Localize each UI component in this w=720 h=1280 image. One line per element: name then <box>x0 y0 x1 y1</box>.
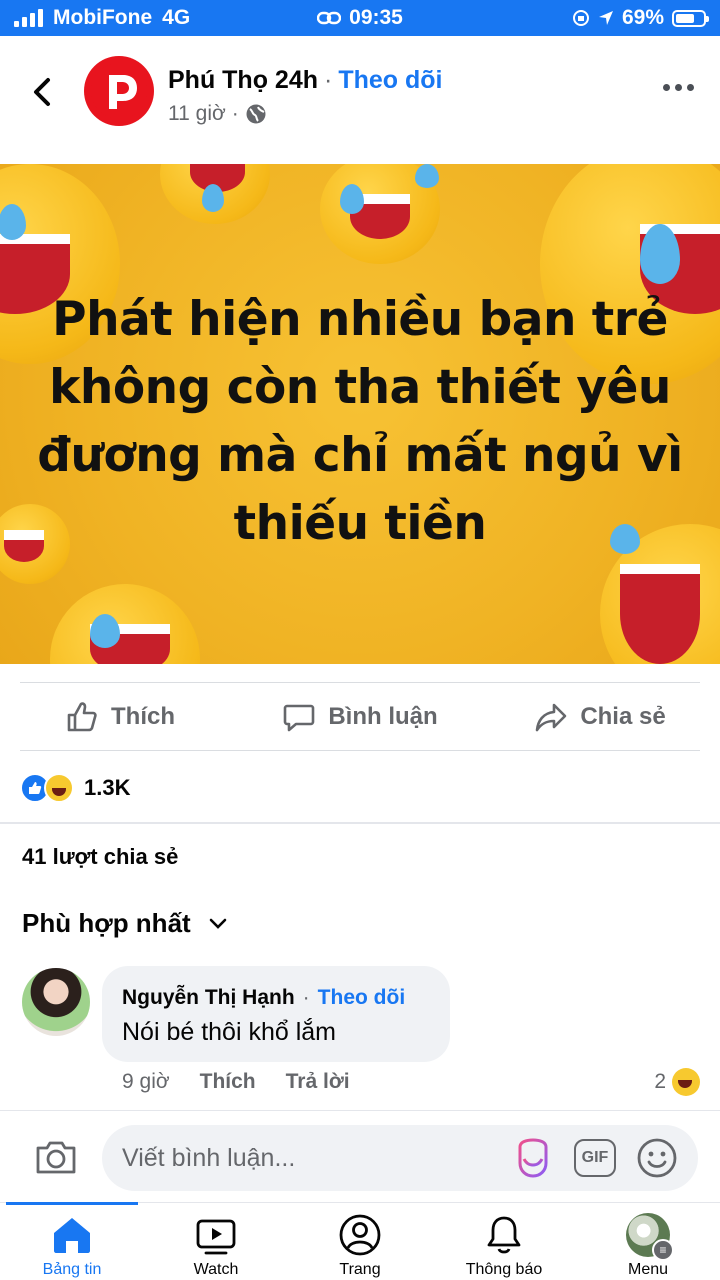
reactions-summary[interactable]: 1.3K <box>20 770 130 806</box>
battery-percent: 69% <box>621 6 664 29</box>
page-name[interactable]: Phú Thọ 24h <box>168 66 318 95</box>
nav-pages[interactable]: Trang <box>288 1203 432 1280</box>
back-arrow-icon[interactable] <box>26 74 58 110</box>
status-bar: MobiFone 4G 09:35 69% <box>0 0 720 36</box>
nav-label: Watch <box>193 1261 239 1278</box>
profile-icon <box>339 1214 381 1256</box>
comment-reactions[interactable]: 2 <box>654 1068 700 1096</box>
page-logo-icon <box>91 63 147 119</box>
post-meta: 11 giờ · <box>168 102 267 126</box>
comment-bubble-icon <box>284 704 315 732</box>
follow-commenter-button[interactable]: Theo dõi <box>318 986 406 1010</box>
battery-icon <box>672 9 709 27</box>
menu-avatar-icon <box>626 1213 674 1261</box>
location-icon <box>598 11 613 25</box>
comment-sort-dropdown[interactable]: Phù hợp nhất <box>22 908 227 939</box>
status-right: 69% <box>572 0 709 36</box>
composer-icons: GIF <box>512 1137 678 1179</box>
camera-icon[interactable] <box>34 1139 78 1175</box>
commenter-avatar[interactable] <box>22 968 90 1036</box>
page-avatar[interactable] <box>84 56 154 126</box>
like-button[interactable]: Thích <box>0 684 240 750</box>
home-icon <box>54 1218 90 1253</box>
comment-author[interactable]: Nguyễn Thị Hạnh <box>122 986 295 1010</box>
watch-icon <box>196 1219 236 1255</box>
laughing-emoji-decoration <box>50 584 200 664</box>
haha-reaction-icon <box>672 1068 700 1096</box>
bell-icon <box>487 1216 521 1254</box>
nav-label: Trang <box>339 1261 381 1278</box>
clock: 09:35 <box>349 6 403 29</box>
share-label: Chia sẻ <box>580 703 666 730</box>
divider <box>20 682 700 683</box>
comment-meta: 9 giờ Thích Trả lời <box>122 1070 350 1094</box>
meta-separator: · <box>231 102 239 125</box>
section-separator <box>0 822 720 824</box>
nav-label: Menu <box>627 1261 669 1278</box>
page-name-row: Phú Thọ 24h · Theo dõi <box>168 66 442 95</box>
reaction-icons <box>20 773 74 803</box>
chevron-down-icon <box>209 918 226 929</box>
bottom-nav: Bảng tin Watch Trang Thông báo Menu <box>0 1202 720 1280</box>
post-header: Phú Thọ 24h · Theo dõi 11 giờ · <box>0 36 720 164</box>
more-options-button[interactable] <box>663 84 694 91</box>
post-time[interactable]: 11 giờ <box>168 102 226 126</box>
comment-reaction-count: 2 <box>654 1070 666 1093</box>
follow-page-button[interactable]: Theo dõi <box>338 66 442 95</box>
nav-label: Thông báo <box>465 1261 543 1278</box>
link-icon <box>317 11 342 25</box>
comment-author-row: Nguyễn Thị Hạnh · Theo dõi <box>122 986 430 1010</box>
image-headline: Phát hiện nhiều bạn trẻ không còn tha th… <box>37 292 683 551</box>
nav-menu[interactable]: Menu <box>576 1203 720 1280</box>
comment-reply-button[interactable]: Trả lời <box>286 1070 350 1094</box>
emoji-icon[interactable] <box>636 1137 678 1179</box>
thumbs-up-icon <box>67 702 97 732</box>
avatar-sticker-icon[interactable] <box>512 1137 554 1179</box>
comment-text: Nói bé thôi khổ lắm <box>122 1018 337 1046</box>
gif-button[interactable]: GIF <box>574 1139 616 1177</box>
comment-button[interactable]: Bình luận <box>240 684 480 750</box>
laughing-emoji-decoration <box>160 164 270 224</box>
sort-label: Phù hợp nhất <box>22 908 191 938</box>
separator-dot: · <box>324 66 333 94</box>
divider <box>20 750 700 751</box>
reaction-count: 1.3K <box>84 775 131 800</box>
comment-time: 9 giờ <box>122 1070 170 1093</box>
post-image[interactable]: Phát hiện nhiều bạn trẻ không còn tha th… <box>0 164 720 664</box>
share-count[interactable]: 41 lượt chia sẻ <box>22 844 178 870</box>
like-label: Thích <box>111 703 175 730</box>
separator-dot: · <box>302 986 310 1009</box>
share-button[interactable]: Chia sẻ <box>480 684 720 750</box>
comment-composer: GIF <box>0 1110 720 1202</box>
share-arrow-icon <box>536 703 567 732</box>
nav-label: Bảng tin <box>42 1261 102 1278</box>
post-actions: Thích Bình luận Chia sẻ <box>0 684 720 750</box>
rotation-lock-icon <box>572 10 589 26</box>
comment-bubble[interactable]: Nguyễn Thị Hạnh · Theo dõi Nói bé thôi k… <box>102 966 450 1062</box>
laughing-emoji-decoration <box>320 164 440 264</box>
haha-reaction-icon <box>44 773 74 803</box>
nav-home[interactable]: Bảng tin <box>0 1202 144 1280</box>
nav-notifications[interactable]: Thông báo <box>432 1203 576 1280</box>
comment-label: Bình luận <box>328 703 438 730</box>
nav-watch[interactable]: Watch <box>144 1203 288 1280</box>
comment-like-button[interactable]: Thích <box>200 1070 256 1094</box>
globe-icon <box>246 104 266 124</box>
